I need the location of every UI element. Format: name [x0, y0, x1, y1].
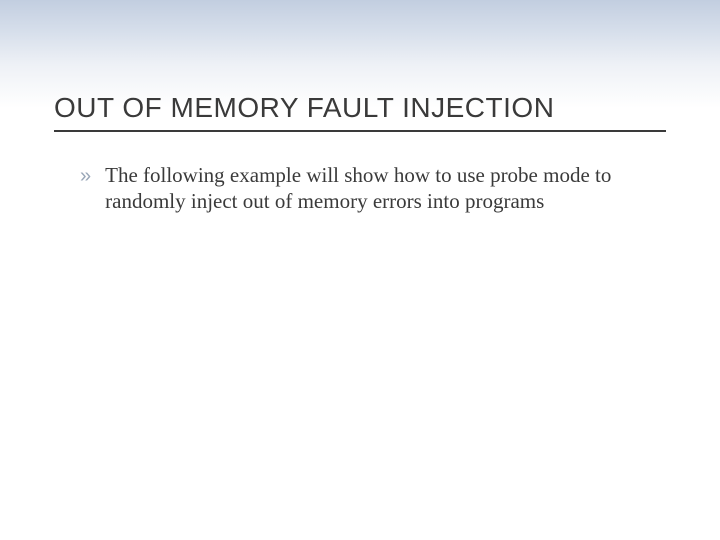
bullet-text: The following example will show how to u… — [105, 162, 625, 214]
slide-body: » The following example will show how to… — [80, 162, 660, 214]
list-item: » The following example will show how to… — [80, 162, 660, 214]
slide-title: OUT OF MEMORY FAULT INJECTION — [54, 92, 666, 132]
bullet-marker-icon: » — [80, 162, 91, 190]
slide: OUT OF MEMORY FAULT INJECTION » The foll… — [0, 0, 720, 540]
